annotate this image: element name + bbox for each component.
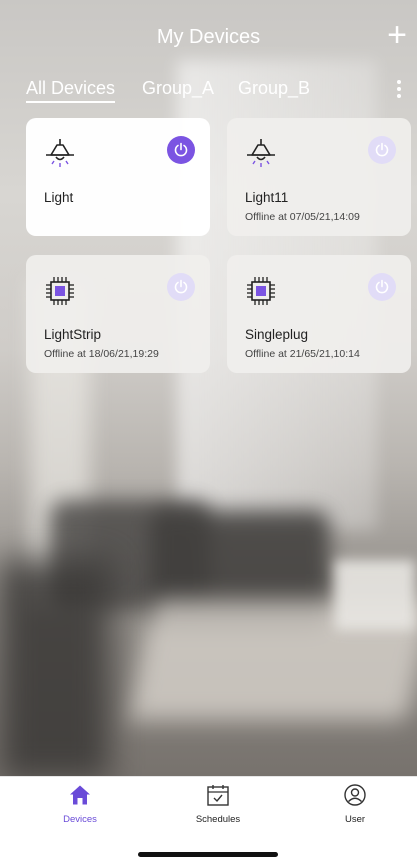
chip-icon (247, 277, 275, 305)
power-toggle-button[interactable] (167, 136, 195, 164)
phone-screen: My Devices + All Devices Group_A Group_B (0, 0, 417, 867)
device-name: LightStrip (44, 327, 102, 342)
device-status: Offline at 21/65/21,10:14 (245, 348, 360, 360)
device-card-light11[interactable]: Light11 Offline at 07/05/21,14:09 (227, 118, 411, 236)
page-title: My Devices (156, 26, 261, 48)
tabbar-user-label: User (344, 814, 366, 825)
user-icon (344, 784, 366, 806)
group-tabs: All Devices Group_A Group_B (26, 78, 406, 108)
power-icon (375, 279, 389, 294)
lamp-icon (46, 139, 74, 167)
power-toggle-button[interactable] (368, 136, 396, 164)
tabbar-devices[interactable]: Devices (35, 783, 125, 825)
device-card-light[interactable]: Light (26, 118, 210, 236)
device-name: Light (44, 190, 74, 205)
chip-icon (46, 277, 74, 305)
device-status: Offline at 18/06/21,19:29 (44, 348, 159, 360)
tab-group-a[interactable]: Group_A (142, 78, 214, 99)
tabbar-schedules-label: Schedules (195, 814, 241, 825)
device-card-lightstrip[interactable]: LightStrip Offline at 18/06/21,19:29 (26, 255, 210, 373)
add-device-button[interactable]: + (387, 18, 407, 52)
tab-group-b[interactable]: Group_B (238, 78, 310, 99)
tabbar-devices-label: Devices (63, 814, 97, 825)
tabbar-schedules[interactable]: Schedules (173, 783, 263, 825)
power-icon (174, 142, 188, 157)
tab-all-devices[interactable]: All Devices (26, 78, 116, 103)
device-card-singleplug[interactable]: Singleplug Offline at 21/65/21,10:14 (227, 255, 411, 373)
power-icon (375, 142, 389, 157)
power-toggle-button[interactable] (368, 273, 396, 301)
power-icon (174, 279, 188, 294)
header: My Devices + (0, 18, 417, 58)
device-status: Offline at 07/05/21,14:09 (245, 211, 360, 223)
calendar-check-icon (207, 785, 229, 806)
more-options-icon[interactable] (396, 80, 402, 101)
tabbar-user[interactable]: User (310, 783, 400, 825)
power-toggle-button[interactable] (167, 273, 195, 301)
device-name: Singleplug (245, 327, 309, 342)
device-name: Light11 (245, 190, 289, 205)
home-indicator[interactable] (138, 852, 278, 857)
home-icon (70, 785, 90, 805)
lamp-icon (247, 139, 275, 167)
background-room-image (0, 0, 417, 776)
